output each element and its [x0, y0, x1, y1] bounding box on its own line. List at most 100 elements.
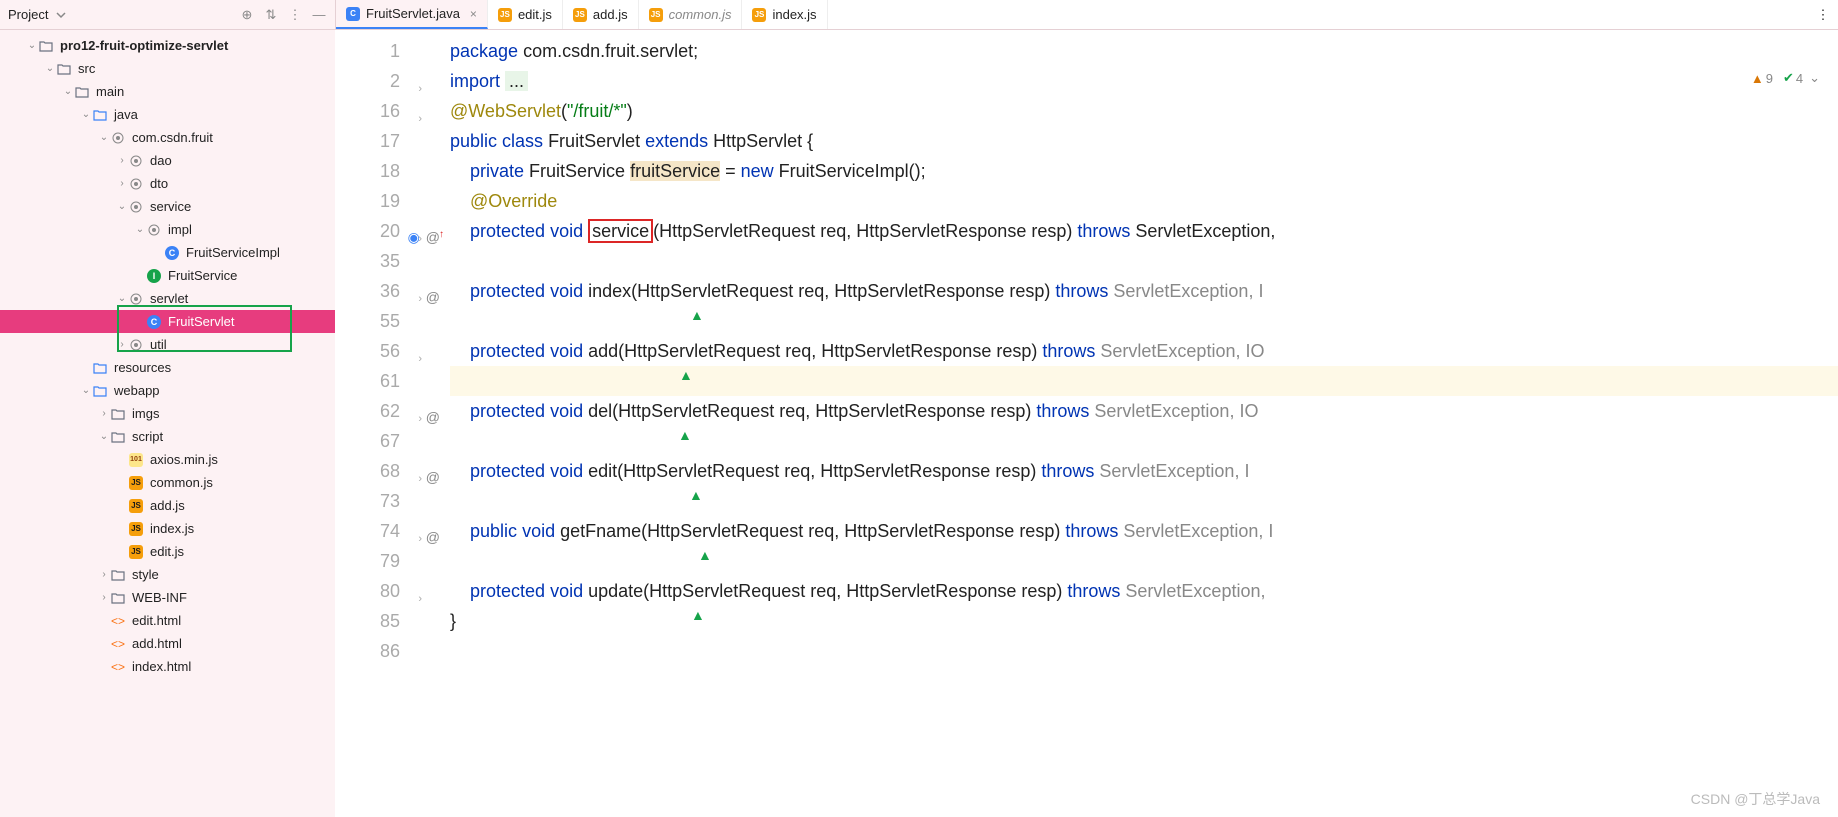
project-tool-title[interactable]: Project [8, 7, 48, 22]
chevron-down-icon[interactable] [56, 10, 66, 20]
code-editor[interactable]: 12›16›17181920◉↑@›3536@›5556›6162@›6768@… [335, 30, 1838, 817]
code-line[interactable]: public void getFname(HttpServletRequest … [450, 516, 1838, 546]
expand-all-icon[interactable]: ⇅ [263, 7, 279, 23]
tree-item-main[interactable]: ⌄main [0, 80, 335, 103]
line-number: 18 [335, 156, 450, 186]
chevron-icon[interactable]: › [98, 592, 110, 603]
tab-index-js[interactable]: JSindex.js [742, 0, 827, 29]
tree-item-common-js[interactable]: JScommon.js [0, 471, 335, 494]
tree-item-add-html[interactable]: <>add.html [0, 632, 335, 655]
code-line[interactable]: @WebServlet("/fruit/*") [450, 96, 1838, 126]
tree-item-axios-min-js[interactable]: 101axios.min.js [0, 448, 335, 471]
hide-icon[interactable]: — [311, 7, 327, 23]
chevron-icon[interactable] [116, 477, 128, 488]
tree-item-com-csdn-fruit[interactable]: ⌄com.csdn.fruit [0, 126, 335, 149]
close-icon[interactable]: × [470, 7, 477, 21]
chevron-icon[interactable]: › [116, 339, 128, 350]
chevron-icon[interactable]: ⌄ [98, 431, 110, 442]
inspection-badges[interactable]: ▲9 ✔4⌄ [1751, 70, 1820, 86]
code-line[interactable] [450, 636, 1838, 666]
tree-item-impl[interactable]: ⌄impl [0, 218, 335, 241]
tree-item-index-html[interactable]: <>index.html [0, 655, 335, 678]
code-line[interactable]: protected void edit(HttpServletRequest r… [450, 456, 1838, 486]
tree-item-java[interactable]: ⌄java [0, 103, 335, 126]
code-line[interactable]: protected void index(HttpServletRequest … [450, 276, 1838, 306]
code-line[interactable]: protected void service(HttpServletReques… [450, 216, 1838, 246]
chevron-icon[interactable] [134, 270, 146, 281]
tree-item-FruitServiceImpl[interactable]: CFruitServiceImpl [0, 241, 335, 264]
tree-item-webapp[interactable]: ⌄webapp [0, 379, 335, 402]
code-line[interactable]: protected void add(HttpServletRequest re… [450, 336, 1838, 366]
code-line[interactable] [450, 246, 1838, 276]
chevron-icon[interactable] [116, 500, 128, 511]
tree-item-dao[interactable]: ›dao [0, 149, 335, 172]
tree-item-src[interactable]: ⌄src [0, 57, 335, 80]
code-line[interactable]: private FruitService fruitService = new … [450, 156, 1838, 186]
chevron-icon[interactable] [98, 638, 110, 649]
chevron-icon[interactable] [80, 362, 92, 373]
code-line[interactable]: public class FruitServlet extends HttpSe… [450, 126, 1838, 156]
code-line[interactable] [450, 486, 1838, 516]
code-line[interactable]: } [450, 606, 1838, 636]
tab-FruitServlet-java[interactable]: CFruitServlet.java× [336, 0, 488, 29]
chevron-icon[interactable]: ⌄ [26, 40, 38, 51]
fld-icon [110, 406, 126, 422]
chevron-icon[interactable] [134, 316, 146, 327]
code-line[interactable] [450, 426, 1838, 456]
chevron-icon[interactable] [116, 523, 128, 534]
tree-item-script[interactable]: ⌄script [0, 425, 335, 448]
tree-item-util[interactable]: ›util [0, 333, 335, 356]
chevron-icon[interactable] [152, 247, 164, 258]
tree-item-dto[interactable]: ›dto [0, 172, 335, 195]
tree-item-service[interactable]: ⌄service [0, 195, 335, 218]
tree-item-imgs[interactable]: ›imgs [0, 402, 335, 425]
code-line[interactable]: package com.csdn.fruit.servlet; [450, 36, 1838, 66]
mod-icon [38, 38, 54, 54]
tree-item-FruitServlet[interactable]: CFruitServlet [0, 310, 335, 333]
chevron-icon[interactable] [116, 454, 128, 465]
chevron-icon[interactable]: › [116, 178, 128, 189]
code-line[interactable] [450, 306, 1838, 336]
chevron-icon[interactable] [98, 615, 110, 626]
tree-item-pro12-fruit-optimize-servlet[interactable]: ⌄pro12-fruit-optimize-servlet [0, 34, 335, 57]
tree-item-style[interactable]: ›style [0, 563, 335, 586]
code-line[interactable]: import ... [450, 66, 1838, 96]
chevron-icon[interactable]: ⌄ [80, 385, 92, 396]
code-line[interactable]: protected void update(HttpServletRequest… [450, 576, 1838, 606]
tree-item-add-js[interactable]: JSadd.js [0, 494, 335, 517]
tab-overflow-icon[interactable]: ⋮ [1808, 0, 1838, 29]
chevron-icon[interactable]: › [116, 155, 128, 166]
tree-item-resources[interactable]: resources [0, 356, 335, 379]
tab-common-js[interactable]: JScommon.js [639, 0, 743, 29]
chevron-icon[interactable]: ⌄ [134, 224, 146, 235]
code-line[interactable]: @Override [450, 186, 1838, 216]
tree-item-index-js[interactable]: JSindex.js [0, 517, 335, 540]
tab-edit-js[interactable]: JSedit.js [488, 0, 563, 29]
warning-badge[interactable]: ▲9 [1751, 71, 1773, 86]
code-line[interactable] [450, 546, 1838, 576]
chevron-icon[interactable]: › [98, 408, 110, 419]
chevron-icon[interactable]: ⌄ [98, 132, 110, 143]
tree-item-edit-html[interactable]: <>edit.html [0, 609, 335, 632]
code-line[interactable] [450, 366, 1838, 396]
tree-item-edit-js[interactable]: JSedit.js [0, 540, 335, 563]
locate-icon[interactable]: ⊕ [239, 7, 255, 23]
tree-item-servlet[interactable]: ⌄servlet [0, 287, 335, 310]
more-icon[interactable]: ⋮ [287, 7, 303, 23]
tree-item-FruitService[interactable]: IFruitService [0, 264, 335, 287]
chevron-icon[interactable]: ⌄ [116, 201, 128, 212]
tab-add-js[interactable]: JSadd.js [563, 0, 639, 29]
chevron-icon[interactable]: ⌄ [62, 86, 74, 97]
code-line[interactable]: protected void del(HttpServletRequest re… [450, 396, 1838, 426]
line-number: 55 [335, 306, 450, 336]
project-tree[interactable]: ⌄pro12-fruit-optimize-servlet⌄src⌄main⌄j… [0, 30, 335, 817]
code-area[interactable]: ▲9 ✔4⌄ package com.csdn.fruit.servlet;im… [450, 30, 1838, 817]
chevron-icon[interactable] [98, 661, 110, 672]
chevron-icon[interactable]: ⌄ [44, 63, 56, 74]
chevron-icon[interactable]: › [98, 569, 110, 580]
chevron-icon[interactable]: ⌄ [116, 293, 128, 304]
chevron-icon[interactable] [116, 546, 128, 557]
tree-item-WEB-INF[interactable]: ›WEB-INF [0, 586, 335, 609]
ok-badge[interactable]: ✔4⌄ [1783, 70, 1820, 86]
chevron-icon[interactable]: ⌄ [80, 109, 92, 120]
